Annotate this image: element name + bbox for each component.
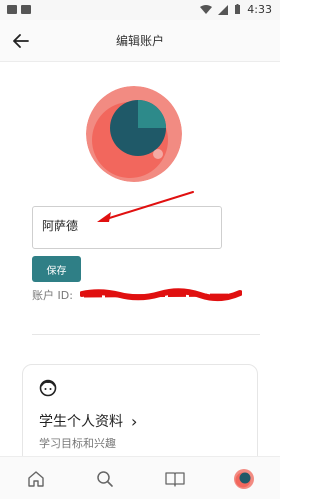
- signal-icon: [218, 4, 229, 15]
- profile-avatar-icon: [234, 469, 254, 489]
- card-subtitle: 学习目标和兴趣: [39, 437, 116, 450]
- nav-profile[interactable]: [232, 467, 256, 491]
- section-divider: [32, 334, 260, 335]
- redaction-scribble-icon: [80, 288, 242, 301]
- avatar-graphic-icon: [86, 86, 182, 182]
- card-title-row[interactable]: 学生个人资料 ›: [39, 411, 137, 431]
- wifi-icon: [200, 4, 213, 14]
- nav-search[interactable]: [93, 467, 117, 491]
- book-icon: [165, 472, 185, 487]
- status-right: 4:33: [200, 3, 272, 16]
- nav-home[interactable]: [24, 467, 48, 491]
- status-time: 4:33: [247, 3, 272, 16]
- status-badges: [7, 5, 31, 14]
- nav-library[interactable]: [163, 467, 187, 491]
- app-badge-icon: [21, 5, 31, 14]
- notification-badge-icon: [7, 5, 17, 14]
- profile-avatar[interactable]: [86, 86, 182, 182]
- account-id-label: 账户 ID:: [32, 289, 73, 302]
- battery-icon: [235, 4, 241, 14]
- face-icon: [39, 379, 57, 401]
- top-app-bar: 编辑账户: [0, 20, 280, 62]
- home-icon: [28, 471, 44, 487]
- search-icon: [97, 471, 113, 487]
- page-title: 编辑账户: [115, 34, 164, 48]
- chevron-right-icon: ›: [131, 411, 138, 431]
- card-title: 学生个人资料: [39, 414, 123, 430]
- annotation-arrow-icon: [97, 191, 194, 222]
- bottom-navigation: [0, 456, 280, 499]
- save-button[interactable]: 保存: [32, 256, 81, 282]
- status-bar: 4:33: [0, 0, 280, 20]
